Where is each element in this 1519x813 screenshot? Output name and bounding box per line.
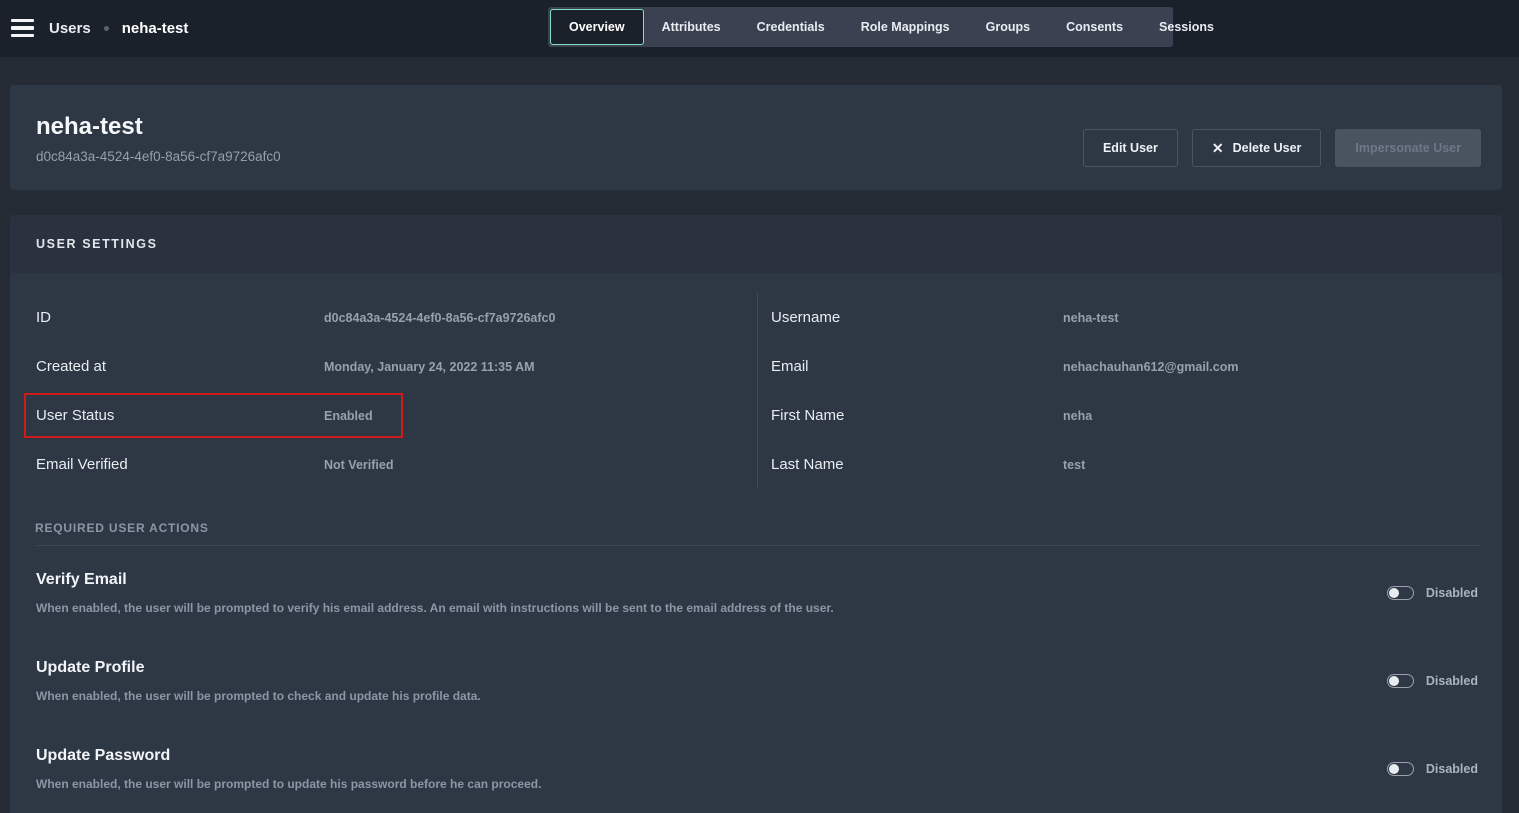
breadcrumb-users-link[interactable]: Users xyxy=(49,20,91,37)
breadcrumb-separator-dot xyxy=(103,26,109,31)
field-value-email: nehachauhan612@gmail.com xyxy=(1063,359,1239,374)
verify-email-state-label: Disabled xyxy=(1425,586,1478,600)
field-label-created-at: Created at xyxy=(36,358,107,375)
update-profile-state-label: Disabled xyxy=(1425,674,1478,688)
field-label-username: Username xyxy=(771,309,841,326)
top-navigation-bar: Users neha-test Overview Attributes Cred… xyxy=(0,0,1519,57)
update-password-text: Update Password When enabled, the user w… xyxy=(36,747,541,791)
delete-x-icon: ✕ xyxy=(1211,139,1224,156)
update-profile-control: Disabled xyxy=(1386,674,1478,688)
field-label-last-name: Last Name xyxy=(771,456,844,473)
hamburger-menu-icon[interactable] xyxy=(11,19,34,37)
field-value-email-verified: Not Verified xyxy=(324,457,394,472)
required-user-actions-header: REQUIRED USER ACTIONS xyxy=(35,521,1481,546)
tab-role-mappings[interactable]: Role Mappings xyxy=(843,9,968,45)
user-id-subtitle: d0c84a3a-4524-4ef0-8a56-cf7a9726afc0 xyxy=(36,149,281,164)
update-profile-description: When enabled, the user will be prompted … xyxy=(36,689,481,703)
toggle-knob xyxy=(1388,764,1399,774)
toggle-knob xyxy=(1388,676,1399,686)
field-value-id: d0c84a3a-4524-4ef0-8a56-cf7a9726afc0 xyxy=(324,310,556,325)
action-row-verify-email: Verify Email When enabled, the user will… xyxy=(36,571,1478,615)
breadcrumb-current-user: neha-test xyxy=(121,20,189,37)
field-value-created-at: Monday, January 24, 2022 11:35 AM xyxy=(324,359,535,374)
field-label-first-name: First Name xyxy=(771,407,845,424)
verify-email-description: When enabled, the user will be prompted … xyxy=(36,601,834,615)
action-row-update-password: Update Password When enabled, the user w… xyxy=(36,747,1478,791)
field-value-last-name: test xyxy=(1063,457,1086,472)
action-row-update-profile: Update Profile When enabled, the user wi… xyxy=(36,659,1478,703)
tab-consents[interactable]: Consents xyxy=(1048,9,1141,45)
breadcrumb: Users neha-test xyxy=(49,0,188,57)
verify-email-title: Verify Email xyxy=(36,571,127,588)
header-action-buttons: Edit User ✕ Delete User Impersonate User xyxy=(1082,129,1481,167)
field-row-username: Username neha-test xyxy=(771,293,1502,342)
toggle-knob xyxy=(1388,588,1399,598)
user-settings-section-header: USER SETTINGS xyxy=(10,215,1502,273)
update-password-state-label: Disabled xyxy=(1425,762,1478,776)
verify-email-control: Disabled xyxy=(1386,586,1478,600)
update-profile-toggle[interactable] xyxy=(1386,674,1414,688)
tab-groups[interactable]: Groups xyxy=(968,9,1048,45)
required-user-actions-divider xyxy=(35,545,1481,546)
tab-credentials[interactable]: Credentials xyxy=(739,9,843,45)
tab-sessions[interactable]: Sessions xyxy=(1141,9,1232,45)
user-header-card: neha-test d0c84a3a-4524-4ef0-8a56-cf7a97… xyxy=(10,85,1502,190)
user-detail-tabs: Overview Attributes Credentials Role Map… xyxy=(548,7,1214,47)
user-settings-title: USER SETTINGS xyxy=(36,237,158,251)
field-label-user-status: User Status xyxy=(36,407,115,424)
field-row-first-name: First Name neha xyxy=(771,391,1502,440)
tab-attributes[interactable]: Attributes xyxy=(644,9,739,45)
field-row-id: ID d0c84a3a-4524-4ef0-8a56-cf7a9726afc0 xyxy=(36,293,757,342)
required-user-actions-title: REQUIRED USER ACTIONS xyxy=(35,521,209,535)
update-password-control: Disabled xyxy=(1386,762,1478,776)
field-label-email-verified: Email Verified xyxy=(36,456,128,473)
update-password-title: Update Password xyxy=(36,747,171,764)
field-value-first-name: neha xyxy=(1063,408,1093,423)
delete-user-button[interactable]: ✕ Delete User xyxy=(1191,129,1322,167)
field-row-last-name: Last Name test xyxy=(771,440,1502,489)
field-label-id: ID xyxy=(36,309,51,326)
verify-email-text: Verify Email When enabled, the user will… xyxy=(36,571,834,615)
update-profile-text: Update Profile When enabled, the user wi… xyxy=(36,659,481,703)
field-row-email-verified: Email Verified Not Verified xyxy=(36,440,757,489)
field-row-created-at: Created at Monday, January 24, 2022 11:3… xyxy=(36,342,757,391)
page-title: neha-test xyxy=(36,113,143,140)
tab-overview[interactable]: Overview xyxy=(550,9,644,45)
field-label-email: Email xyxy=(771,358,809,375)
verify-email-toggle[interactable] xyxy=(1386,586,1414,600)
user-settings-card: USER SETTINGS ID d0c84a3a-4524-4ef0-8a56… xyxy=(10,215,1502,813)
field-value-username: neha-test xyxy=(1063,310,1119,325)
user-settings-fields: ID d0c84a3a-4524-4ef0-8a56-cf7a9726afc0 … xyxy=(10,273,1502,489)
fields-right-column: Username neha-test Email nehachauhan612@… xyxy=(757,293,1502,489)
field-row-email: Email nehachauhan612@gmail.com xyxy=(771,342,1502,391)
field-value-user-status: Enabled xyxy=(324,408,373,423)
field-row-user-status: User Status Enabled xyxy=(36,391,757,440)
edit-user-button[interactable]: Edit User xyxy=(1082,129,1178,167)
update-profile-title: Update Profile xyxy=(36,659,145,676)
impersonate-user-button[interactable]: Impersonate User xyxy=(1335,129,1481,167)
update-password-toggle[interactable] xyxy=(1386,762,1414,776)
update-password-description: When enabled, the user will be prompted … xyxy=(36,777,542,791)
fields-left-column: ID d0c84a3a-4524-4ef0-8a56-cf7a9726afc0 … xyxy=(36,293,757,489)
